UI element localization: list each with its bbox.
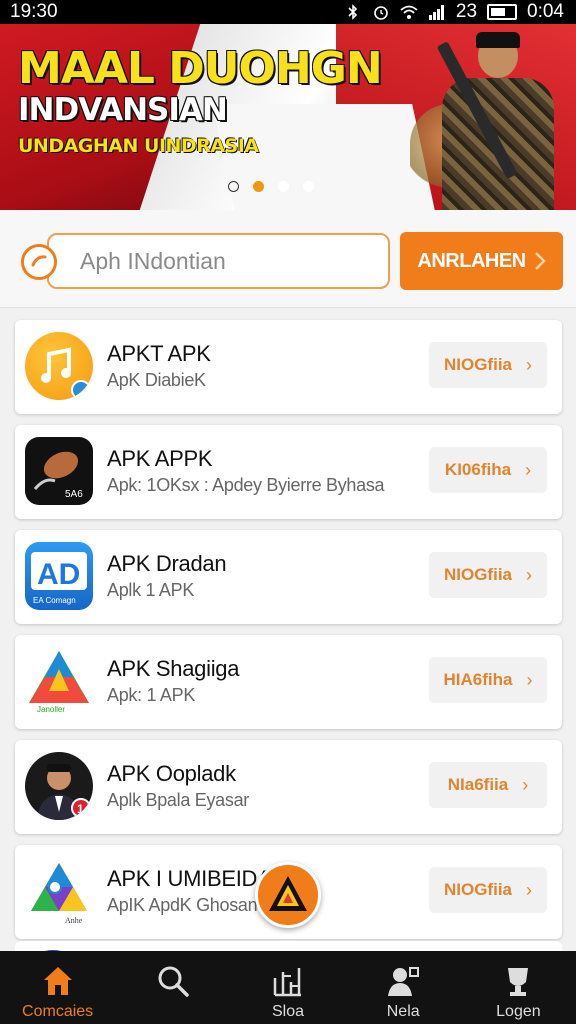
- banner-tagline: UNDAGHAN UINDRASIA: [18, 135, 259, 157]
- install-button-label: NIOGfiia: [443, 880, 512, 899]
- status-icons: 23 0:04: [344, 1, 564, 23]
- chevron-right-icon: ›: [526, 879, 532, 900]
- status-clock: 0:04: [527, 1, 564, 22]
- nav-item-search[interactable]: [115, 951, 230, 1024]
- nav-item-home[interactable]: Comcaies: [0, 951, 115, 1024]
- search-icon: [155, 963, 191, 999]
- svg-text:AD: AD: [37, 558, 80, 591]
- status-time: 19:30: [10, 1, 58, 22]
- list-item[interactable]: 5A6 APK APPK Apk: 1OKsx : Apdey Byierre …: [15, 425, 562, 519]
- chevron-right-icon: ›: [522, 774, 529, 795]
- chevron-right-icon: ›: [526, 564, 532, 585]
- install-button[interactable]: NIOGfiia ›: [429, 867, 547, 913]
- banner-subtitle: INDVANSIAN: [18, 92, 228, 128]
- bottom-navigation: Comcaies Sloa Nela Logen: [0, 951, 576, 1024]
- install-button-label: HIA6fiha: [443, 670, 513, 689]
- app-list: APKT APK ApK DiabieK NIOGfiia › 5A6 APK …: [15, 320, 562, 950]
- profile-icon: [385, 963, 421, 999]
- download-button-label: ANRLAHEN: [417, 249, 526, 272]
- alarm-icon: [374, 6, 388, 20]
- app-subtitle: Apk: 1 APK: [107, 685, 196, 705]
- app-name: APKT APK: [107, 341, 211, 366]
- chart-icon: [270, 963, 306, 999]
- list-item[interactable]: APKT APK ApK DiabieK NIOGfiia ›: [15, 320, 562, 414]
- banner-text: MAAL DUOHGN INDVANSIAN UNDAGHAN UINDRASI…: [18, 43, 383, 160]
- person-app-icon: 1: [25, 752, 93, 820]
- app-subtitle: ApIK ApdK Ghosan: [107, 895, 258, 915]
- triangle-logo-icon: [269, 876, 307, 911]
- list-item[interactable]: AD EA Comagn APK Dradan Aplk 1 APK NIOGfi…: [15, 530, 562, 624]
- nav-label: Logen: [496, 1003, 541, 1020]
- chevron-right-icon: ›: [526, 669, 533, 690]
- svg-text:Anhe: Anhe: [65, 916, 83, 925]
- banner-title: MAAL DUOHGN: [18, 43, 383, 94]
- search-section: Aph INdontian ANRLAHEN: [0, 210, 576, 308]
- chevron-right-icon: ›: [526, 354, 532, 375]
- app-subtitle: Apk: 1OKsx : Apdey Byierre Byhasa: [107, 475, 385, 495]
- install-button-label: KI06fiha: [444, 460, 512, 479]
- drive-app-icon: Janoller: [25, 647, 93, 715]
- app-name: APK Shagiiga: [107, 656, 240, 681]
- search-placeholder: Aph INdontian: [80, 247, 226, 274]
- signal-text: 23: [455, 1, 478, 22]
- download-button[interactable]: ANRLAHEN: [400, 232, 563, 290]
- battery-icon: [487, 4, 518, 20]
- carousel-dot[interactable]: [303, 181, 314, 192]
- status-bar: 19:30 23 0:04: [0, 0, 576, 24]
- promo-banner[interactable]: MAAL DUOHGN INDVANSIAN UNDAGHAN UINDRASI…: [0, 24, 576, 210]
- search-icon[interactable]: [21, 244, 57, 280]
- nav-label: Comcaies: [22, 1003, 94, 1020]
- home-icon: [40, 963, 76, 999]
- nav-item-login[interactable]: Logen: [461, 951, 576, 1024]
- install-button[interactable]: KI06fiha ›: [429, 447, 547, 493]
- wifi-icon: [400, 5, 418, 19]
- signal-icon: [428, 5, 444, 20]
- search-input[interactable]: Aph INdontian: [47, 233, 390, 289]
- app-name: APK Dradan: [107, 551, 227, 576]
- floating-action-button[interactable]: [255, 862, 321, 928]
- app-subtitle: ApK DiabieK: [107, 370, 206, 390]
- list-item[interactable]: Janoller APK Shagiiga Apk: 1 APK HIA6fih…: [15, 635, 562, 729]
- bluetooth-icon: [348, 4, 358, 20]
- install-button-label: NIOGfiia: [443, 355, 512, 374]
- carousel-dots[interactable]: [228, 181, 314, 192]
- install-button-label: NIOGfiia: [443, 565, 512, 584]
- ad-app-icon: AD EA Comagn: [25, 542, 93, 610]
- svg-text:EA Comagn: EA Comagn: [33, 596, 76, 605]
- svg-text:5A6: 5A6: [65, 489, 83, 500]
- carousel-dot[interactable]: [278, 181, 289, 192]
- install-button[interactable]: HIA6fiha ›: [429, 657, 547, 703]
- app-name: APK APPK: [107, 446, 213, 471]
- svg-text:1: 1: [77, 802, 84, 816]
- triangle-app-icon: Anhe: [25, 857, 93, 925]
- music-app-icon: [25, 332, 93, 400]
- install-button[interactable]: NIa6fiia ›: [429, 762, 547, 808]
- app-subtitle: Aplk Bpala Eyasar: [107, 790, 249, 810]
- banner-person-image: [430, 32, 560, 210]
- svg-text:Janoller: Janoller: [37, 705, 65, 714]
- nav-label: Nela: [386, 1003, 420, 1020]
- chevron-right-icon: [534, 252, 546, 270]
- nav-item-profile[interactable]: Nela: [346, 951, 461, 1024]
- app-name: APK Oopladk: [107, 761, 236, 786]
- app-subtitle: Aplk 1 APK: [107, 580, 195, 600]
- trophy-icon: [500, 963, 536, 999]
- fist-app-icon: 5A6: [25, 437, 93, 505]
- nav-item-stats[interactable]: Sloa: [230, 951, 345, 1024]
- list-item[interactable]: 1 APK Oopladk Aplk Bpala Eyasar NIa6fiia…: [15, 740, 562, 834]
- carousel-dot-active[interactable]: [253, 181, 264, 192]
- install-button-label: NIa6fiia: [447, 775, 509, 794]
- chevron-right-icon: ›: [525, 459, 532, 480]
- install-button[interactable]: NIOGfiia ›: [429, 342, 547, 388]
- nav-label: Sloa: [271, 1003, 305, 1020]
- carousel-dot[interactable]: [228, 181, 239, 192]
- install-button[interactable]: NIOGfiia ›: [429, 552, 547, 598]
